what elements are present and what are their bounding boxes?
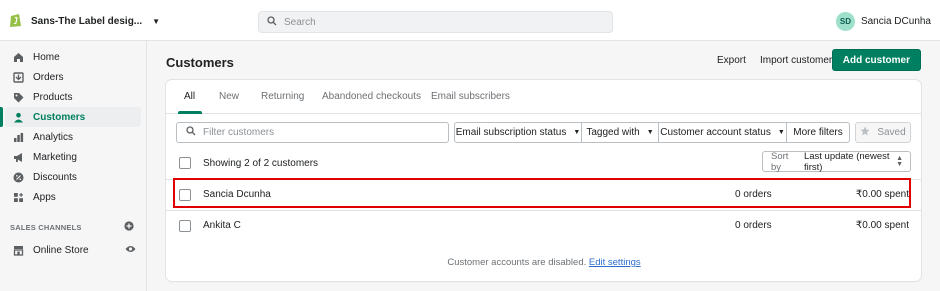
- avatar: SD: [835, 12, 855, 31]
- filter-customers-input[interactable]: Filter customers: [176, 122, 449, 143]
- sidebar-item-apps[interactable]: Apps: [5, 187, 141, 207]
- orders-icon: [12, 71, 24, 83]
- search-icon: [267, 15, 277, 29]
- store-name: Sans-The Label desig...: [31, 16, 143, 27]
- sidebar-item-customers[interactable]: Customers: [0, 107, 141, 127]
- megaphone-icon: [12, 151, 24, 163]
- tab-bar: All New Returning Abandoned checkouts Em…: [166, 80, 921, 114]
- sort-select[interactable]: Sort by Last update (newest first) ▲ ▼: [762, 150, 911, 173]
- sidebar-item-discounts[interactable]: Discounts: [5, 167, 141, 187]
- table-row[interactable]: Sancia Dcunha 0 orders ₹0.00 spent: [166, 179, 921, 210]
- sidebar-item-label: Orders: [33, 71, 64, 83]
- customer-spent: ₹0.00 spent: [855, 220, 909, 231]
- note-text: Customer accounts are disabled.: [447, 257, 587, 268]
- search-placeholder: Search: [284, 16, 316, 28]
- sidebar-item-label: Home: [33, 51, 60, 63]
- sidebar-item-online-store[interactable]: Online Store: [5, 240, 136, 260]
- tab-active-indicator: [178, 111, 202, 114]
- sidebar-item-products[interactable]: Products: [5, 87, 141, 107]
- filter-placeholder: Filter customers: [203, 127, 275, 138]
- customers-card: All New Returning Abandoned checkouts Em…: [166, 80, 921, 281]
- row-checkbox[interactable]: [179, 189, 191, 201]
- store-switcher[interactable]: Sans-The Label desig... ▼: [9, 12, 160, 31]
- sort-prefix: Sort by: [771, 150, 789, 173]
- sort-value: Last update (newest first): [803, 150, 890, 173]
- edit-settings-link[interactable]: Edit settings: [589, 257, 641, 268]
- sidebar-item-label: Apps: [33, 191, 56, 203]
- user-menu[interactable]: SD Sancia DCunha: [835, 12, 931, 31]
- sidebar-item-analytics[interactable]: Analytics: [5, 127, 141, 147]
- sidebar-item-orders[interactable]: Orders: [5, 67, 141, 87]
- search-icon: [186, 126, 196, 139]
- select-all-checkbox[interactable]: [179, 157, 191, 169]
- bar-chart-icon: [12, 131, 24, 143]
- apps-icon: [12, 191, 24, 203]
- filter-label: Customer account status: [660, 127, 771, 138]
- sidebar-item-label: Discounts: [33, 171, 77, 183]
- customer-orders: 0 orders: [735, 189, 772, 200]
- page-title: Customers: [166, 55, 234, 70]
- home-icon: [12, 51, 24, 63]
- customer-orders: 0 orders: [735, 220, 772, 231]
- saved-label: Saved: [877, 127, 906, 138]
- person-icon: [12, 111, 24, 123]
- showing-count: Showing 2 of 2 customers: [203, 158, 319, 169]
- caret-down-icon: ▼: [646, 129, 654, 136]
- customer-name[interactable]: Sancia Dcunha: [203, 189, 271, 200]
- search-input[interactable]: Search: [258, 11, 613, 33]
- tab-abandoned-checkouts[interactable]: Abandoned checkouts: [322, 91, 421, 102]
- add-customer-button[interactable]: Add customer: [831, 49, 921, 71]
- tag-icon: [12, 91, 24, 103]
- sidebar-item-marketing[interactable]: Marketing: [5, 147, 141, 167]
- account-status-note: Customer accounts are disabled. Edit set…: [148, 257, 940, 268]
- saved-button[interactable]: Saved: [855, 122, 911, 143]
- user-name: Sancia DCunha: [860, 16, 931, 27]
- main-content: Customers Export Import customers Add cu…: [148, 41, 940, 291]
- sidebar-item-label: Marketing: [33, 151, 77, 163]
- sidebar-item-label: Analytics: [33, 131, 74, 143]
- customer-spent: ₹0.00 spent: [855, 189, 909, 200]
- table-row[interactable]: Ankita C 0 orders ₹0.00 spent: [166, 210, 921, 241]
- sort-arrows-icon: ▲ ▼: [896, 155, 903, 168]
- customer-account-status-filter[interactable]: Customer account status ▼: [658, 122, 787, 143]
- top-bar: Sans-The Label desig... ▼ Search SD Sanc…: [0, 0, 940, 41]
- sales-channels-header: SALES CHANNELS: [0, 218, 146, 236]
- store-icon: [12, 244, 24, 256]
- sidebar-item-label: Online Store: [33, 244, 89, 256]
- sales-channels-label: SALES CHANNELS: [10, 222, 82, 232]
- eye-icon[interactable]: [125, 244, 136, 257]
- tab-new[interactable]: New: [219, 91, 239, 102]
- more-filters-button[interactable]: More filters: [786, 122, 850, 143]
- email-subscription-status-filter[interactable]: Email subscription status ▼: [454, 122, 582, 143]
- star-icon: [860, 126, 870, 139]
- row-checkbox[interactable]: [179, 220, 191, 232]
- sidebar-item-home[interactable]: Home: [5, 47, 141, 67]
- sidebar-item-label: Customers: [33, 111, 86, 123]
- sidebar-item-label: Products: [33, 91, 73, 103]
- chevron-down-icon: ▼: [152, 17, 161, 26]
- caret-down-icon: ▼: [573, 129, 581, 136]
- caret-down-icon: ▼: [777, 129, 785, 136]
- tab-returning[interactable]: Returning: [261, 91, 304, 102]
- filter-label: Tagged with: [586, 127, 640, 138]
- tagged-with-filter[interactable]: Tagged with ▼: [581, 122, 659, 143]
- export-button[interactable]: Export: [717, 55, 746, 66]
- sidebar: Home Orders Products Customers Analytics…: [0, 41, 147, 291]
- filter-label: Email subscription status: [455, 127, 567, 138]
- import-customers-button[interactable]: Import customers: [760, 55, 837, 66]
- tab-all[interactable]: All: [184, 91, 195, 102]
- shopify-logo-icon: [9, 12, 23, 31]
- discount-icon: [12, 171, 24, 183]
- customer-name[interactable]: Ankita C: [203, 220, 241, 231]
- add-channel-icon[interactable]: [124, 221, 134, 233]
- tab-email-subscribers[interactable]: Email subscribers: [431, 91, 510, 102]
